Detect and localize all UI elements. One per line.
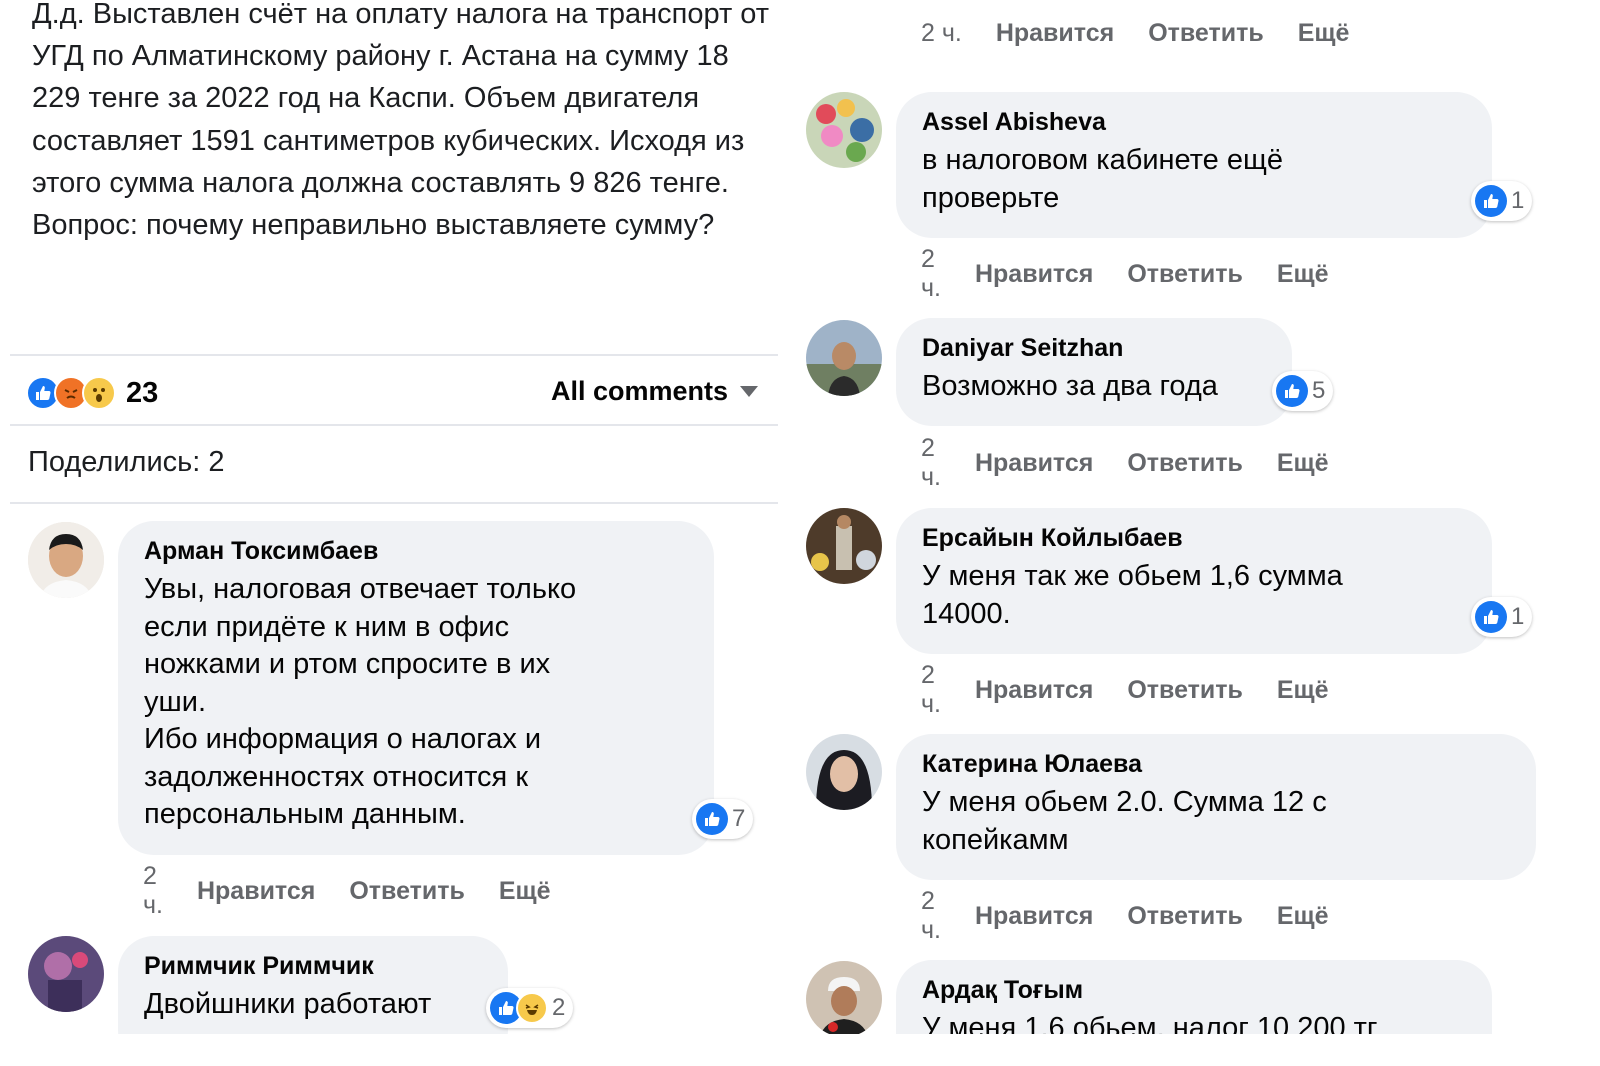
reaction-count: 1 <box>1511 603 1525 630</box>
avatar[interactable] <box>806 508 882 584</box>
more-button[interactable]: Ещё <box>1277 676 1329 705</box>
post-text: Д.д. Выставлен счёт на оплату налога на … <box>32 0 770 242</box>
caret-down-icon <box>740 386 758 397</box>
left-panel: Д.д. Выставлен счёт на оплату налога на … <box>0 0 800 1066</box>
more-button[interactable]: Ещё <box>1277 260 1329 289</box>
comment-bubble: Ерсайын Койлыбаев У меня так же обьем 1,… <box>896 508 1492 654</box>
comment-reactions[interactable]: 1 <box>1471 181 1533 221</box>
comment-time[interactable]: 2 ч. <box>921 245 941 303</box>
comment-text: Возможно за два года <box>922 370 1218 402</box>
comment-time[interactable]: 2 ч. <box>921 887 941 945</box>
like-icon <box>696 803 728 835</box>
share-count[interactable]: Поделились: 2 <box>28 446 225 479</box>
comment-text: в налоговом кабинете ещё проверьте <box>922 144 1283 214</box>
reply-button[interactable]: Ответить <box>1148 19 1264 48</box>
like-icon <box>1475 601 1507 633</box>
reply-button[interactable]: Ответить <box>1127 449 1243 478</box>
comment-time[interactable]: 2 ч. <box>921 661 941 719</box>
comment-text: Двойшники работают <box>144 988 432 1020</box>
right-panel: 2 ч. Нравится Ответить Ещё Assel Abishev… <box>800 0 1600 1066</box>
comment-author[interactable]: Daniyar Seitzhan <box>922 332 1266 364</box>
comment-reactions[interactable]: 2 <box>486 988 574 1028</box>
avatar[interactable] <box>28 522 104 598</box>
like-button[interactable]: Нравится <box>975 260 1093 289</box>
avatar[interactable] <box>28 936 104 1012</box>
post-reactions[interactable]: 23 <box>26 372 158 414</box>
comment-actions: 2 ч. Нравится Ответить Ещё <box>921 19 1349 48</box>
reaction-count: 1 <box>1511 187 1525 214</box>
haha-icon <box>516 992 548 1024</box>
comment-reactions[interactable]: 1 <box>1471 597 1533 637</box>
comment-author[interactable]: Риммчик Риммчик <box>144 950 482 982</box>
more-button[interactable]: Ещё <box>1277 902 1329 931</box>
comment-filter-label: All comments <box>550 376 728 406</box>
avatar[interactable] <box>806 961 882 1037</box>
comment-filter-button[interactable]: All comments <box>551 376 758 407</box>
comment-author[interactable]: Ерсайын Койлыбаев <box>922 522 1466 554</box>
comment-author[interactable]: Арман Токсимбаев <box>144 535 688 567</box>
like-button[interactable]: Нравится <box>996 19 1114 48</box>
more-button[interactable]: Ещё <box>1298 19 1350 48</box>
comment-time[interactable]: 2 ч. <box>921 19 962 48</box>
comment-reactions[interactable]: 5 <box>1272 371 1334 411</box>
avatar[interactable] <box>806 92 882 168</box>
more-button[interactable]: Ещё <box>1277 449 1329 478</box>
avatar[interactable] <box>806 320 882 396</box>
more-button[interactable]: Ещё <box>499 877 551 906</box>
like-button[interactable]: Нравится <box>975 676 1093 705</box>
divider <box>10 424 778 426</box>
reaction-count: 5 <box>1312 377 1326 404</box>
wow-icon <box>82 376 116 410</box>
comment-author[interactable]: Катерина Юлаева <box>922 748 1510 780</box>
comment-actions: 2 ч. Нравится Ответить Ещё <box>921 434 1329 492</box>
like-icon <box>1475 185 1507 217</box>
comment-author[interactable]: Assel Abisheva <box>922 106 1466 138</box>
comment-bubble: Катерина Юлаева У меня обьем 2.0. Сумма … <box>896 734 1536 880</box>
comment-actions: 2 ч. Нравится Ответить Ещё <box>143 862 551 920</box>
reply-button[interactable]: Ответить <box>1127 260 1243 289</box>
comment-bubble: Assel Abisheva в налоговом кабинете ещё … <box>896 92 1492 238</box>
comment-time[interactable]: 2 ч. <box>143 862 163 920</box>
reply-button[interactable]: Ответить <box>1127 902 1243 931</box>
comment-actions: 2 ч. Нравится Ответить Ещё <box>921 661 1329 719</box>
reaction-count: 23 <box>126 376 159 409</box>
comment-text: У меня обьем 2.0. Сумма 12 с копейкамм <box>922 786 1327 856</box>
reply-button[interactable]: Ответить <box>349 877 465 906</box>
reaction-count: 7 <box>732 805 746 832</box>
comment-author[interactable]: Ардақ Тоғым <box>922 974 1466 1006</box>
like-button[interactable]: Нравится <box>975 449 1093 478</box>
bottom-margin <box>0 1034 1600 1066</box>
divider <box>10 354 778 356</box>
reaction-count: 2 <box>552 994 566 1021</box>
comment-text: У меня так же обьем 1,6 сумма 14000. <box>922 560 1343 630</box>
like-icon <box>1276 375 1308 407</box>
avatar[interactable] <box>806 734 882 810</box>
comment-bubble: Daniyar Seitzhan Возможно за два года <box>896 318 1292 426</box>
like-button[interactable]: Нравится <box>197 877 315 906</box>
reply-button[interactable]: Ответить <box>1127 676 1243 705</box>
comment-bubble: Арман Токсимбаев Увы, налоговая отвечает… <box>118 521 714 855</box>
comment-text: Увы, налоговая отвечает только если прид… <box>144 573 577 830</box>
comment-actions: 2 ч. Нравится Ответить Ещё <box>921 887 1329 945</box>
comment-time[interactable]: 2 ч. <box>921 434 941 492</box>
comment-actions: 2 ч. Нравится Ответить Ещё <box>921 245 1329 303</box>
comment-reactions[interactable]: 7 <box>692 799 754 839</box>
divider <box>10 502 778 504</box>
like-button[interactable]: Нравится <box>975 902 1093 931</box>
